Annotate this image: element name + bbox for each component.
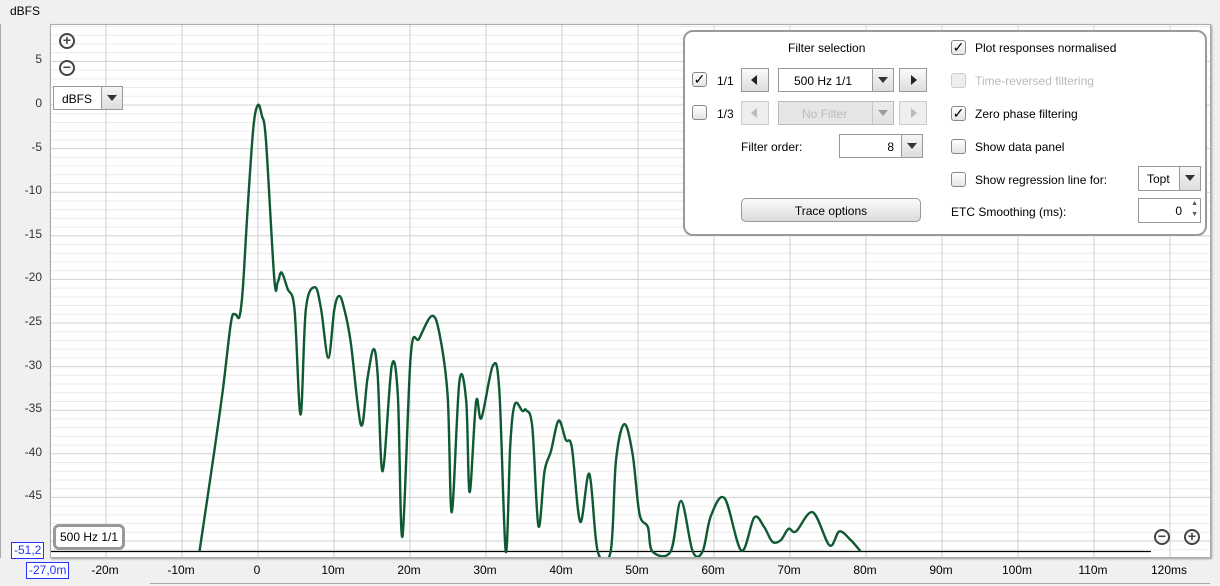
y-tick-label: -40 (24, 444, 42, 459)
y-tick-label: -35 (24, 401, 42, 416)
x-tick-label: 100m (1001, 563, 1033, 577)
zoom-in-x-icon[interactable]: + (1184, 529, 1200, 545)
option-label-1: Time-reversed filtering (975, 74, 1094, 88)
x-tick-label: 20m (397, 563, 421, 577)
y-tick-label: -30 (24, 357, 42, 372)
chevron-down-icon[interactable] (872, 102, 893, 124)
unit-select[interactable]: dBFS (53, 86, 123, 110)
y-tick-label: 5 (35, 52, 42, 67)
zoom-out-x-icon[interactable]: − (1154, 529, 1170, 545)
trace-tag: 500 Hz 1/1 (53, 524, 126, 550)
y-cursor-readout: -51,2 (11, 542, 45, 559)
etc-smoothing-label: ETC Smoothing (ms): (951, 205, 1067, 219)
option-label-0: Plot responses normalised (975, 41, 1117, 55)
regression-select-value: Topt (1147, 172, 1170, 186)
spinner-up-icon[interactable]: ▲ (1191, 200, 1198, 207)
unit-select-value: dBFS (62, 92, 93, 106)
y-tick-label: 0 (35, 96, 42, 110)
filter-1-3-next-button[interactable] (899, 101, 927, 125)
x-tick-label: 80m (853, 563, 877, 577)
chevron-down-icon[interactable] (101, 87, 122, 109)
option-checkbox-2[interactable]: ✓ (951, 106, 966, 121)
trace-options-button[interactable]: Trace options (741, 198, 921, 222)
y-tick-label: -5 (31, 139, 42, 154)
option-label-2: Zero phase filtering (975, 107, 1078, 121)
x-tick-label: 90m (929, 563, 953, 577)
regression-select[interactable]: Topt (1138, 166, 1201, 191)
option-checkbox-4[interactable] (951, 172, 966, 187)
filter-order-select[interactable]: 8 (839, 134, 923, 158)
option-checkbox-0[interactable]: ✓ (951, 40, 966, 55)
y-tick-label: -10 (24, 183, 42, 198)
option-checkbox-3[interactable] (951, 139, 966, 154)
x-tick-label: 70m (777, 563, 801, 577)
filter-1-3-checkbox[interactable] (692, 105, 707, 120)
option-label-3: Show data panel (975, 140, 1065, 154)
y-axis-unit-label: dBFS (10, 4, 41, 18)
spinner-down-icon[interactable]: ▼ (1191, 211, 1198, 218)
filter-1-3-select[interactable]: No Filter (778, 101, 894, 125)
chevron-down-icon[interactable] (872, 69, 893, 91)
etc-smoothing-spinner[interactable]: 0 ▲ ▼ (1138, 198, 1201, 223)
filter-1-1-select[interactable]: 500 Hz 1/1 (778, 68, 894, 92)
filter-1-1-label: 1/1 (717, 74, 734, 88)
x-tick-label: 110m (1078, 563, 1108, 577)
filter-1-3-label: 1/3 (717, 107, 734, 121)
x-tick-label: 0 (253, 563, 261, 577)
filter-order-value: 8 (887, 140, 894, 154)
filter-order-label: Filter order: (741, 140, 803, 154)
x-tick-label: 40m (549, 563, 573, 577)
x-tick-label: -10m (167, 563, 195, 577)
filter-1-1-prev-button[interactable] (741, 68, 769, 92)
filter-1-1-value: 500 Hz 1/1 (794, 74, 853, 88)
chevron-down-icon[interactable] (1179, 167, 1200, 190)
filter-selection-title: Filter selection (788, 41, 866, 55)
x-cursor-readout: -27,0m (26, 562, 70, 579)
y-tick-label: -45 (24, 488, 42, 503)
filter-1-1-next-button[interactable] (899, 68, 927, 92)
bottom-divider (150, 583, 1210, 584)
y-tick-label: -20 (24, 270, 42, 285)
filter-1-1-checkbox[interactable]: ✓ (692, 72, 707, 87)
x-tick-label: 120ms (1150, 563, 1188, 577)
filter-1-3-value: No Filter (802, 107, 848, 121)
y-tick-label: -25 (24, 314, 42, 328)
filter-1-3-prev-button[interactable] (741, 101, 769, 125)
etc-smoothing-value: 0 (1175, 204, 1182, 218)
x-tick-label: 30m (473, 563, 497, 577)
chevron-down-icon[interactable] (901, 135, 922, 157)
zoom-out-y-icon[interactable]: − (59, 60, 75, 76)
option-label-4: Show regression line for: (975, 173, 1108, 187)
y-tick-label: -15 (24, 226, 42, 241)
x-tick-label: 50m (625, 563, 649, 577)
option-checkbox-1[interactable] (951, 73, 966, 88)
zoom-in-y-icon[interactable]: + (59, 33, 75, 49)
x-tick-label: 10m (321, 563, 345, 577)
x-tick-label: 60m (701, 563, 725, 577)
controls-panel: Filter selection ✓ 1/1 500 Hz 1/1 1/3 No… (683, 30, 1207, 236)
x-tick-label: -20m (91, 563, 119, 577)
